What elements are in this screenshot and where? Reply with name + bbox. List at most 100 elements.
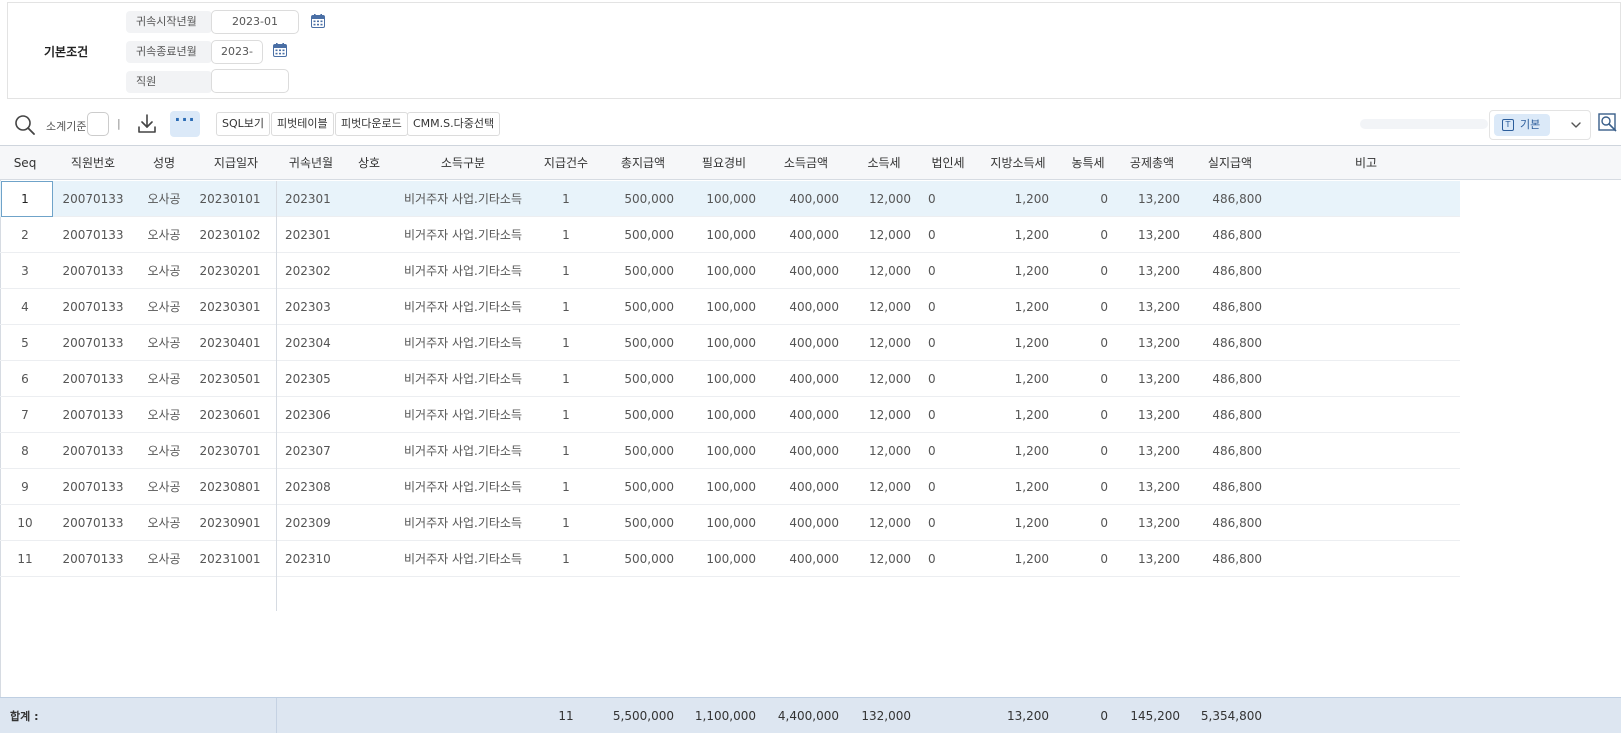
cell-deduction-total[interactable]: 13,200 (1138, 289, 1180, 325)
cell-total-pay[interactable]: 500,000 (624, 217, 674, 253)
cell-attr-month[interactable]: 202307 (285, 433, 331, 469)
cell-pay-date[interactable]: 20230101 (199, 181, 260, 217)
cell-name[interactable]: 오사공 (147, 541, 180, 577)
cell-attr-month[interactable]: 202304 (285, 325, 331, 361)
cell-pay-date[interactable]: 20230701 (199, 433, 260, 469)
cell-attr-month[interactable]: 202301 (285, 217, 331, 253)
cell-name[interactable]: 오사공 (147, 433, 180, 469)
cell-income[interactable]: 400,000 (789, 289, 839, 325)
cell-seq[interactable]: 4 (21, 289, 29, 325)
cell-pay-count[interactable]: 1 (562, 469, 570, 505)
cell-name[interactable]: 오사공 (147, 289, 180, 325)
cell-rural-tax[interactable]: 0 (1100, 469, 1108, 505)
cell-pay-date[interactable]: 20230201 (199, 253, 260, 289)
column-header-income-type[interactable]: 소득구분 (441, 146, 485, 180)
cell-rural-tax[interactable]: 0 (1100, 505, 1108, 541)
cell-deduction-total[interactable]: 13,200 (1138, 253, 1180, 289)
cell-corp-tax[interactable]: 0 (928, 541, 936, 577)
cell-expenses[interactable]: 100,000 (706, 181, 756, 217)
cell-seq[interactable]: 7 (21, 397, 29, 433)
cell-name[interactable]: 오사공 (147, 253, 180, 289)
cell-expenses[interactable]: 100,000 (706, 253, 756, 289)
cell-deduction-total[interactable]: 13,200 (1138, 361, 1180, 397)
table-row[interactable]: 2 20070133 오사공 20230102 202301 비거주자 사업.기타소득 1 5… (0, 217, 1460, 253)
cell-rural-tax[interactable]: 0 (1100, 397, 1108, 433)
cell-total-pay[interactable]: 500,000 (624, 325, 674, 361)
cell-seq[interactable]: 11 (17, 541, 32, 577)
cell-local-tax[interactable]: 1,200 (1015, 505, 1049, 541)
cell-rural-tax[interactable]: 0 (1100, 541, 1108, 577)
cell-local-tax[interactable]: 1,200 (1015, 433, 1049, 469)
cell-total-pay[interactable]: 500,000 (624, 541, 674, 577)
cell-corp-tax[interactable]: 0 (928, 181, 936, 217)
cell-corp-tax[interactable]: 0 (928, 289, 936, 325)
cell-income-tax[interactable]: 12,000 (869, 181, 911, 217)
cell-income-tax[interactable]: 12,000 (869, 505, 911, 541)
multi-select-button[interactable]: CMM.S.다중선택 (407, 112, 501, 136)
cell-emp-no[interactable]: 20070133 (62, 181, 123, 217)
column-header-total-pay[interactable]: 총지급액 (621, 146, 665, 180)
cell-net-pay[interactable]: 486,800 (1212, 325, 1262, 361)
cell-total-pay[interactable]: 500,000 (624, 505, 674, 541)
cell-local-tax[interactable]: 1,200 (1015, 541, 1049, 577)
cell-corp-tax[interactable]: 0 (928, 217, 936, 253)
cell-local-tax[interactable]: 1,200 (1015, 217, 1049, 253)
cell-income-tax[interactable]: 12,000 (869, 217, 911, 253)
pivot-download-button[interactable]: 피벗다운로드 (335, 112, 408, 136)
cell-income-type[interactable]: 비거주자 사업.기타소득 (404, 289, 522, 325)
column-header-net-pay[interactable]: 실지급액 (1208, 146, 1252, 180)
cell-pay-count[interactable]: 1 (562, 253, 570, 289)
cell-expenses[interactable]: 100,000 (706, 289, 756, 325)
employee-input[interactable] (211, 69, 289, 93)
cell-corp-tax[interactable]: 0 (928, 397, 936, 433)
cell-expenses[interactable]: 100,000 (706, 505, 756, 541)
column-header-seq[interactable]: Seq (14, 146, 37, 180)
cell-local-tax[interactable]: 1,200 (1015, 181, 1049, 217)
cell-name[interactable]: 오사공 (147, 505, 180, 541)
cell-local-tax[interactable]: 1,200 (1015, 253, 1049, 289)
cell-income-type[interactable]: 비거주자 사업.기타소득 (404, 181, 522, 217)
cell-pay-count[interactable]: 1 (562, 433, 570, 469)
zoom-search-icon[interactable] (1598, 112, 1618, 134)
cell-income[interactable]: 400,000 (789, 505, 839, 541)
cell-income[interactable]: 400,000 (789, 217, 839, 253)
cell-pay-date[interactable]: 20230301 (199, 289, 260, 325)
start-month-input[interactable]: 2023-01 (211, 10, 299, 34)
cell-income-type[interactable]: 비거주자 사업.기타소득 (404, 433, 522, 469)
cell-corp-tax[interactable]: 0 (928, 469, 936, 505)
cell-pay-date[interactable]: 20230501 (199, 361, 260, 397)
cell-pay-count[interactable]: 1 (562, 289, 570, 325)
cell-deduction-total[interactable]: 13,200 (1138, 541, 1180, 577)
cell-corp-tax[interactable]: 0 (928, 253, 936, 289)
cell-expenses[interactable]: 100,000 (706, 433, 756, 469)
cell-emp-no[interactable]: 20070133 (62, 397, 123, 433)
column-header-pay-date[interactable]: 지급일자 (214, 146, 258, 180)
cell-income-type[interactable]: 비거주자 사업.기타소득 (404, 253, 522, 289)
cell-income-type[interactable]: 비거주자 사업.기타소득 (404, 541, 522, 577)
cell-deduction-total[interactable]: 13,200 (1138, 505, 1180, 541)
cell-pay-date[interactable]: 20230401 (199, 325, 260, 361)
cell-local-tax[interactable]: 1,200 (1015, 325, 1049, 361)
cell-expenses[interactable]: 100,000 (706, 469, 756, 505)
cell-income-tax[interactable]: 12,000 (869, 361, 911, 397)
cell-net-pay[interactable]: 486,800 (1212, 181, 1262, 217)
cell-income-tax[interactable]: 12,000 (869, 289, 911, 325)
cell-income[interactable]: 400,000 (789, 541, 839, 577)
cell-income-type[interactable]: 비거주자 사업.기타소득 (404, 505, 522, 541)
column-header-emp-no[interactable]: 직원번호 (71, 146, 115, 180)
cell-income-tax[interactable]: 12,000 (869, 253, 911, 289)
cell-pay-count[interactable]: 1 (562, 361, 570, 397)
cell-income[interactable]: 400,000 (789, 181, 839, 217)
cell-income-tax[interactable]: 12,000 (869, 397, 911, 433)
cell-deduction-total[interactable]: 13,200 (1138, 397, 1180, 433)
cell-rural-tax[interactable]: 0 (1100, 361, 1108, 397)
cell-attr-month[interactable]: 202309 (285, 505, 331, 541)
column-header-pay-count[interactable]: 지급건수 (544, 146, 588, 180)
cell-attr-month[interactable]: 202305 (285, 361, 331, 397)
cell-net-pay[interactable]: 486,800 (1212, 541, 1262, 577)
cell-net-pay[interactable]: 486,800 (1212, 505, 1262, 541)
cell-pay-date[interactable]: 20230801 (199, 469, 260, 505)
cell-rural-tax[interactable]: 0 (1100, 217, 1108, 253)
table-row[interactable]: 6 20070133 오사공 20230501 202305 비거주자 사업.기타소득 1 5… (0, 361, 1460, 397)
column-header-name[interactable]: 성명 (153, 146, 175, 180)
